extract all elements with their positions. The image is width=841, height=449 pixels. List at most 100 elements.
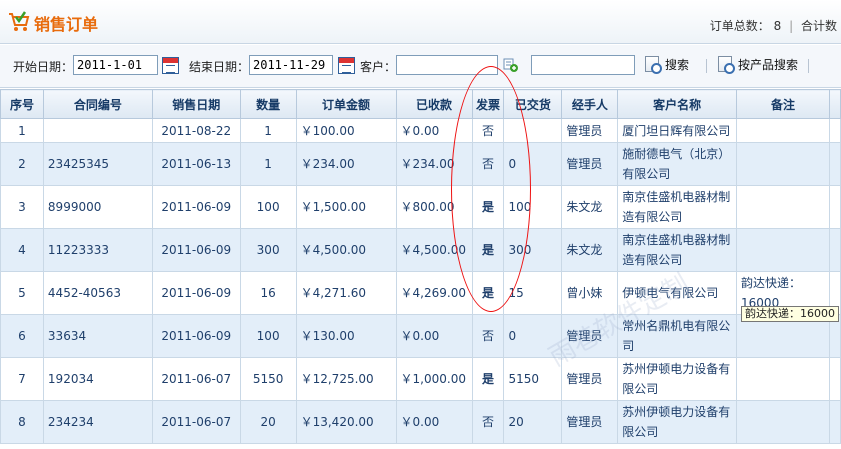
cell-remark: 韵达快递：16000 韵达快递：16000: [736, 271, 840, 322]
cell-amount: ￥1,500.00: [295, 185, 397, 229]
table-header-row: 序号 合同编号 销售日期 数量 订单金额 已收款 发票 已交货 经手人 客户名称…: [0, 89, 841, 119]
search-button[interactable]: 搜索: [645, 56, 689, 74]
cell-invoice: 是: [471, 228, 505, 272]
cell-received: ￥800.00: [395, 185, 473, 229]
cell-remark: [736, 118, 830, 143]
cell-received: ￥4,500.00: [395, 228, 473, 272]
sales-order-table: 序号 合同编号 销售日期 数量 订单金额 已收款 发票 已交货 经手人 客户名称…: [0, 89, 841, 444]
col-header-remark[interactable]: 备注: [736, 89, 830, 119]
cell-contract: 234234: [42, 400, 153, 444]
cell-received: ￥4,269.00: [395, 271, 473, 315]
remark-tooltip: 韵达快递：16000: [741, 306, 840, 322]
cell-no: 8: [0, 400, 44, 444]
cell-no: 4: [0, 228, 44, 272]
cell-customer: 常州名鼎机电有限公司: [617, 314, 738, 358]
product-search-doc-icon: [718, 56, 735, 74]
order-summary: 订单总数： 8 | 合计数: [710, 17, 837, 34]
cell-qty: 1: [239, 142, 297, 186]
table-row[interactable]: 8 234234 2011-06-07 20 ￥13,420.00 ￥0.00 …: [0, 400, 841, 444]
start-date-input[interactable]: [73, 55, 158, 75]
table-row[interactable]: 1 2011-08-22 1 ￥100.00 ￥0.00 否 管理员 厦门坦日辉…: [0, 118, 841, 143]
cell-contract: 192034: [42, 357, 153, 401]
cell-amount: ￥100.00: [295, 118, 397, 143]
table-row[interactable]: 2 23425345 2011-06-13 1 ￥234.00 ￥234.00 …: [0, 142, 841, 186]
cell-qty: 20: [239, 400, 297, 444]
cell-no: 1: [0, 118, 44, 143]
cell-date: 2011-06-07: [151, 400, 241, 444]
cell-delivered: 15: [503, 271, 563, 315]
toolbar-divider: [706, 59, 707, 73]
col-header-qty[interactable]: 数量: [239, 89, 297, 119]
col-header-date[interactable]: 销售日期: [151, 89, 241, 119]
col-header-customer[interactable]: 客户名称: [617, 89, 738, 119]
cell-overflow: [828, 118, 841, 143]
product-search-button[interactable]: 按产品搜索: [718, 56, 798, 74]
cell-handler: 朱文龙: [561, 228, 619, 272]
cell-invoice: 是: [471, 357, 505, 401]
cell-overflow: [828, 185, 841, 229]
toolbar-divider-2: [808, 59, 809, 73]
cell-overflow: [828, 142, 841, 186]
filter-bar: 开始日期： 结束日期： 客户： 搜索 按产品搜索: [0, 45, 841, 88]
cell-invoice: 是: [471, 271, 505, 315]
cell-handler: 朱文龙: [561, 185, 619, 229]
keyword-input[interactable]: [531, 55, 635, 75]
end-calendar-icon[interactable]: [338, 57, 355, 74]
cell-customer: 施耐德电气（北京）有限公司: [617, 142, 738, 186]
cell-date: 2011-06-07: [151, 357, 241, 401]
table-row[interactable]: 3 8999000 2011-06-09 100 ￥1,500.00 ￥800.…: [0, 185, 841, 229]
customer-input[interactable]: [396, 55, 498, 75]
start-calendar-icon[interactable]: [162, 57, 179, 74]
table-row[interactable]: 5 4452-40563 2011-06-09 16 ￥4,271.60 ￥4,…: [0, 271, 841, 322]
cell-customer: 苏州伊顿电力设备有限公司: [617, 400, 738, 444]
cell-no: 3: [0, 185, 44, 229]
col-header-contract[interactable]: 合同编号: [42, 89, 153, 119]
cell-handler: 管理员: [561, 357, 619, 401]
col-header-invoice[interactable]: 发票: [471, 89, 505, 119]
order-sum-label: 合计数: [800, 19, 837, 33]
cell-amount: ￥12,725.00: [295, 357, 397, 401]
col-header-delivered[interactable]: 已交货: [503, 89, 563, 119]
search-doc-icon: [645, 56, 662, 74]
product-search-button-label: 按产品搜索: [738, 58, 799, 72]
col-header-received[interactable]: 已收款: [395, 89, 473, 119]
cell-no: 2: [0, 142, 44, 186]
table-row[interactable]: 6 33634 2011-06-09 100 ￥130.00 ￥0.00 否 0…: [0, 314, 841, 358]
cell-remark: [736, 185, 830, 229]
table-row[interactable]: 7 192034 2011-06-07 5150 ￥12,725.00 ￥1,0…: [0, 357, 841, 401]
remark-text: 韵达快递：16000: [741, 276, 802, 310]
col-header-handler[interactable]: 经手人: [561, 89, 619, 119]
cell-no: 5: [0, 271, 44, 315]
cell-amount: ￥130.00: [295, 314, 397, 358]
start-date-label: 开始日期：: [13, 60, 74, 74]
cell-qty: 5150: [239, 357, 297, 401]
cell-delivered: 20: [503, 400, 563, 444]
customer-picker-icon[interactable]: [503, 57, 519, 73]
cell-remark: [736, 400, 830, 444]
cell-handler: 管理员: [561, 314, 619, 358]
cell-invoice: 否: [471, 142, 505, 186]
order-count-value: 8: [773, 19, 782, 33]
summary-separator: |: [789, 19, 794, 33]
cell-date: 2011-08-22: [151, 118, 241, 143]
cell-no: 6: [0, 314, 44, 358]
cell-amount: ￥13,420.00: [295, 400, 397, 444]
cell-remark: [736, 142, 830, 186]
cell-delivered: 100: [503, 185, 563, 229]
cell-qty: 100: [239, 185, 297, 229]
shopping-cart-icon: [9, 11, 30, 31]
cell-received: ￥1,000.00: [395, 357, 473, 401]
cell-date: 2011-06-13: [151, 142, 241, 186]
col-header-no[interactable]: 序号: [0, 89, 44, 119]
table-row[interactable]: 4 11223333 2011-06-09 300 ￥4,500.00 ￥4,5…: [0, 228, 841, 272]
cell-amount: ￥234.00: [295, 142, 397, 186]
col-header-amount[interactable]: 订单金额: [295, 89, 397, 119]
cell-received: ￥234.00: [395, 142, 473, 186]
cell-customer: 南京佳盛机电器材制造有限公司: [617, 228, 738, 272]
cell-handler: 管理员: [561, 400, 619, 444]
end-date-input[interactable]: [249, 55, 333, 75]
cell-amount: ￥4,500.00: [295, 228, 397, 272]
cell-customer: 苏州伊顿电力设备有限公司: [617, 357, 738, 401]
cell-qty: 300: [239, 228, 297, 272]
page-title: 销售订单: [34, 15, 99, 34]
